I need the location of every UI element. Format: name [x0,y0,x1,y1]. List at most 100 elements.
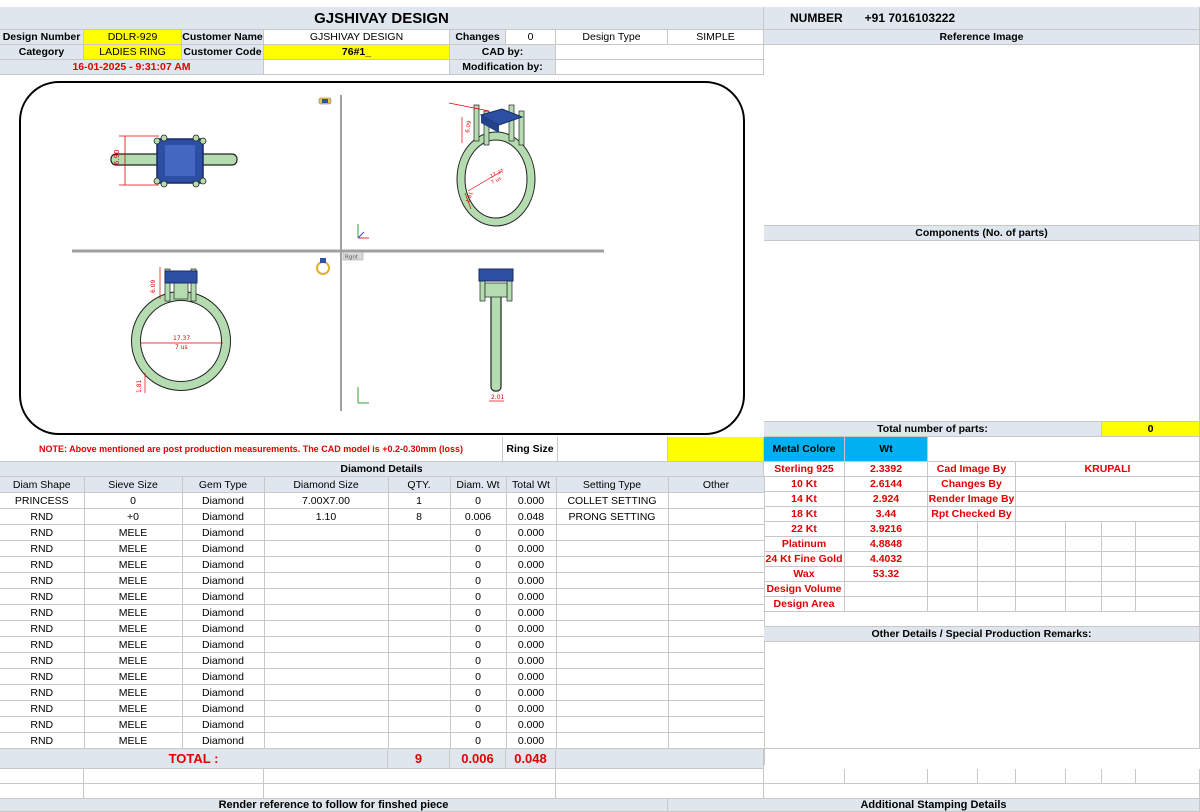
table-cell[interactable]: Diamond [182,716,265,733]
table-cell[interactable] [668,636,765,653]
table-cell[interactable] [264,732,389,749]
table-cell[interactable]: MELE [84,684,183,701]
table-cell[interactable]: Diamond [182,492,265,509]
modification-value[interactable] [556,60,764,75]
table-cell[interactable]: Diamond [182,604,265,621]
table-cell[interactable] [668,700,765,717]
table-cell[interactable] [388,540,451,557]
table-cell[interactable]: PRINCESS [0,492,85,509]
table-cell[interactable]: MELE [84,636,183,653]
table-cell[interactable]: RND [0,636,85,653]
table-cell[interactable]: 0 [450,492,507,509]
design-number-value[interactable]: DDLR-929 [84,30,182,45]
ring-size-value[interactable] [668,437,764,462]
table-cell[interactable] [668,716,765,733]
table-cell[interactable]: Diamond [182,620,265,637]
table-cell[interactable]: MELE [84,556,183,573]
table-cell[interactable] [668,524,765,541]
table-cell[interactable]: 0.000 [506,540,557,557]
ring-size-input[interactable] [558,437,668,462]
table-cell[interactable] [668,508,765,525]
table-cell[interactable] [668,684,765,701]
table-cell[interactable] [556,556,669,573]
table-cell[interactable]: Diamond [182,668,265,685]
table-cell[interactable]: 0.000 [506,524,557,541]
table-cell[interactable] [264,604,389,621]
table-cell[interactable] [388,668,451,685]
table-cell[interactable] [556,732,669,749]
table-cell[interactable]: 0.000 [506,700,557,717]
table-cell[interactable] [264,556,389,573]
table-cell[interactable] [264,540,389,557]
other-details-area[interactable] [764,642,1200,749]
table-cell[interactable] [556,684,669,701]
table-cell[interactable] [264,636,389,653]
table-cell[interactable]: 0 [450,604,507,621]
table-cell[interactable] [388,588,451,605]
table-cell[interactable]: 1 [388,492,451,509]
table-cell[interactable] [556,572,669,589]
table-cell[interactable]: RND [0,668,85,685]
table-cell[interactable]: MELE [84,668,183,685]
table-cell[interactable] [264,668,389,685]
table-cell[interactable] [388,620,451,637]
changes-value[interactable]: 0 [506,30,556,45]
table-cell[interactable]: 0.000 [506,620,557,637]
table-cell[interactable]: 0.000 [506,492,557,509]
table-cell[interactable]: Diamond [182,652,265,669]
table-cell[interactable] [388,700,451,717]
table-cell[interactable]: RND [0,684,85,701]
table-cell[interactable]: 8 [388,508,451,525]
table-cell[interactable] [388,636,451,653]
table-cell[interactable] [556,620,669,637]
table-cell[interactable]: MELE [84,588,183,605]
table-cell[interactable]: 0 [450,684,507,701]
table-cell[interactable] [556,604,669,621]
credit-value[interactable] [1016,492,1200,507]
table-cell[interactable]: 0 [450,652,507,669]
table-cell[interactable] [388,732,451,749]
table-cell[interactable] [388,556,451,573]
table-cell[interactable]: 0.000 [506,636,557,653]
table-cell[interactable] [388,652,451,669]
table-cell[interactable] [668,588,765,605]
table-cell[interactable] [668,668,765,685]
table-cell[interactable] [556,524,669,541]
table-cell[interactable]: MELE [84,732,183,749]
table-cell[interactable]: Diamond [182,508,265,525]
table-cell[interactable]: 0 [450,588,507,605]
table-cell[interactable]: RND [0,620,85,637]
table-cell[interactable]: MELE [84,604,183,621]
table-cell[interactable] [556,700,669,717]
design-type-value[interactable]: SIMPLE [668,30,764,45]
table-cell[interactable] [264,684,389,701]
table-cell[interactable]: Diamond [182,540,265,557]
table-cell[interactable]: 0.000 [506,572,557,589]
table-cell[interactable]: +0 [84,508,183,525]
table-cell[interactable]: PRONG SETTING [556,508,669,525]
table-cell[interactable] [668,620,765,637]
table-cell[interactable] [668,732,765,749]
table-cell[interactable]: 0 [450,716,507,733]
table-cell[interactable]: Diamond [182,732,265,749]
table-cell[interactable]: 0 [450,540,507,557]
credit-value[interactable] [1016,507,1200,522]
table-cell[interactable]: 0.000 [506,652,557,669]
table-cell[interactable]: RND [0,604,85,621]
cad-by-value[interactable] [556,45,764,60]
table-cell[interactable]: MELE [84,716,183,733]
table-cell[interactable]: 7.00X7.00 [264,492,389,509]
table-cell[interactable]: 0.000 [506,732,557,749]
table-cell[interactable]: Diamond [182,556,265,573]
table-cell[interactable]: 0.048 [506,508,557,525]
table-cell[interactable] [556,716,669,733]
table-cell[interactable]: 0 [450,732,507,749]
table-cell[interactable]: 0 [450,556,507,573]
table-cell[interactable] [668,652,765,669]
table-cell[interactable]: 0 [450,524,507,541]
table-cell[interactable]: RND [0,716,85,733]
table-cell[interactable] [668,604,765,621]
customer-code-value[interactable]: 76#1_ [264,45,450,60]
table-cell[interactable] [388,524,451,541]
table-cell[interactable]: 0 [450,636,507,653]
